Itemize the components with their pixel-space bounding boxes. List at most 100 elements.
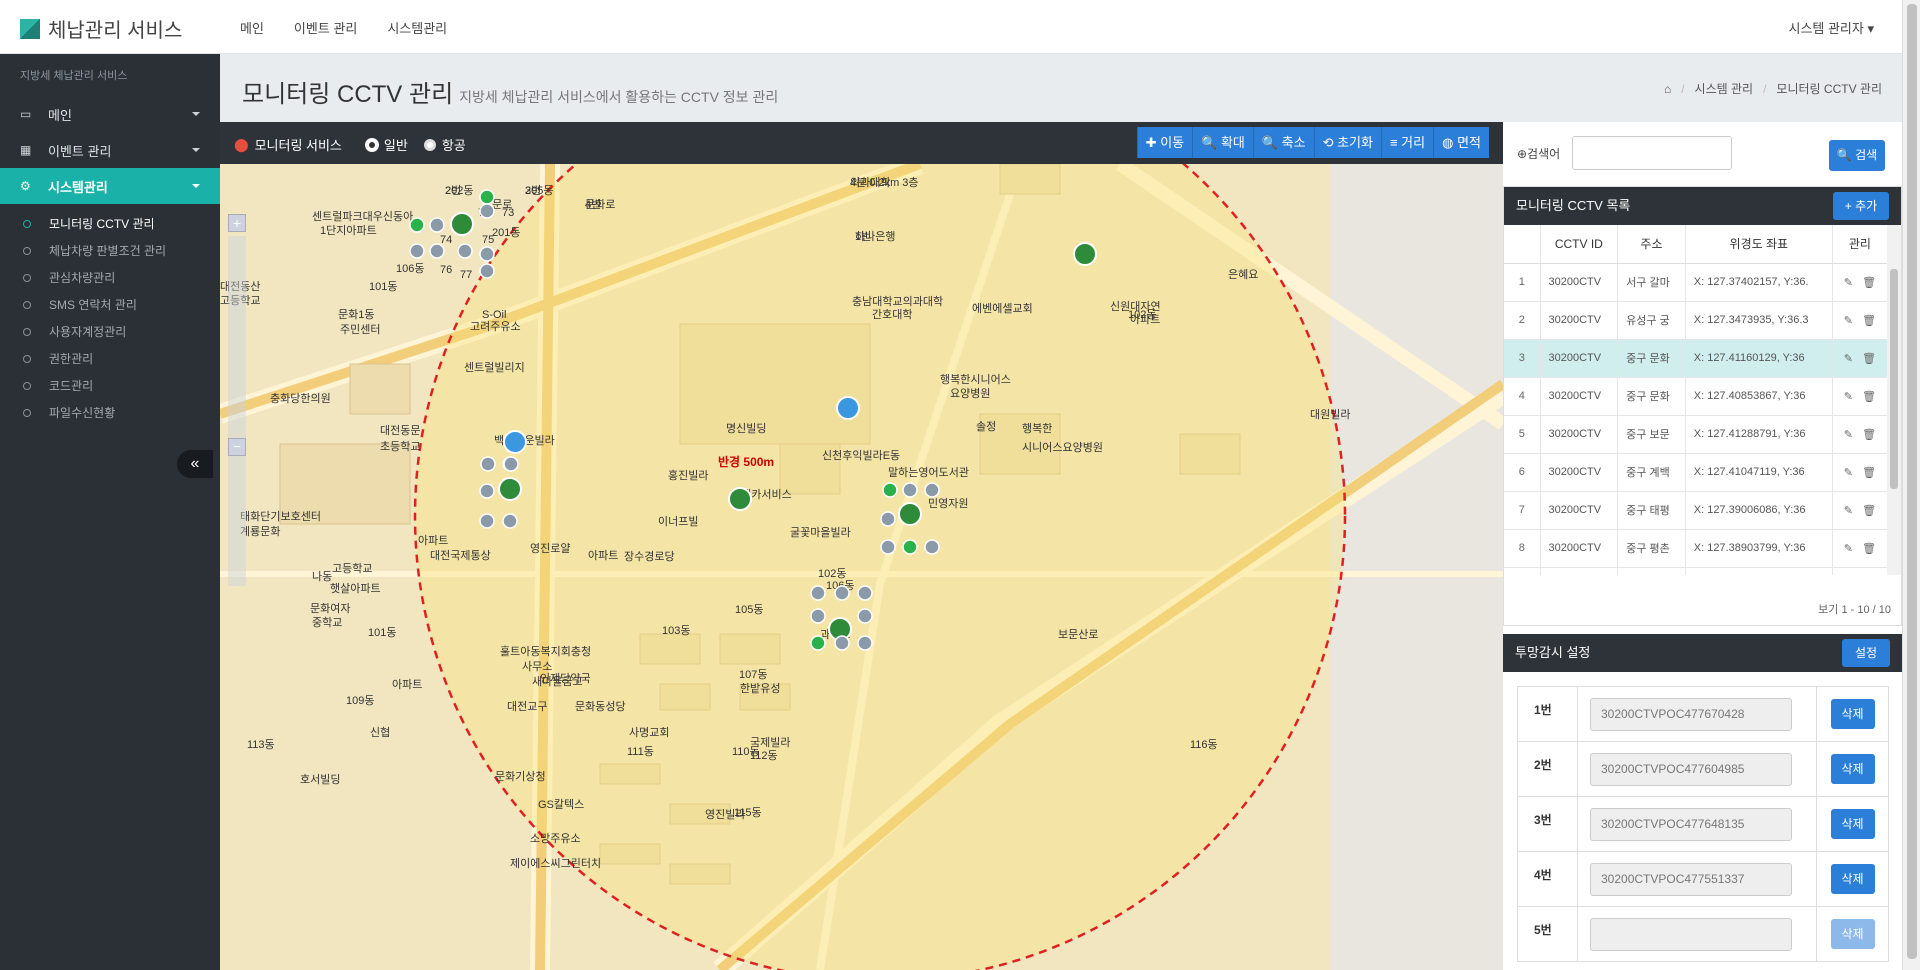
edit-icon[interactable]: ✎ — [1844, 315, 1853, 327]
page-scrollbar[interactable] — [1902, 0, 1920, 970]
cctv-point-icon[interactable] — [810, 608, 826, 624]
home-icon[interactable]: ⌂ — [1664, 82, 1671, 96]
cctv-point-icon[interactable] — [479, 513, 495, 529]
sidebar-collapse-button[interactable]: « — [177, 450, 213, 478]
cctv-marker-icon[interactable] — [898, 502, 922, 526]
trash-icon[interactable]: 🗑 — [1862, 429, 1876, 441]
table-row[interactable]: 930200CTV중구 대흥X: 127.41500123, Y:36✎ 🗑 — [1504, 567, 1888, 575]
trash-icon[interactable]: 🗑 — [1862, 315, 1876, 327]
cctv-marker-icon[interactable] — [450, 212, 474, 236]
submenu-vehicle-rule[interactable]: 체납차량 판별조건 관리 — [0, 237, 220, 264]
cctv-point-icon[interactable] — [857, 635, 873, 651]
cctv-point-icon[interactable] — [902, 539, 918, 555]
cctv-point-icon[interactable] — [924, 539, 940, 555]
add-cctv-button[interactable]: + 추가 — [1833, 192, 1889, 220]
table-row[interactable]: 5 30200CTV 중구 보문 X: 127.41288791, Y:36 ✎ 🗑 — [1504, 415, 1888, 454]
guard-delete-button[interactable]: 삭제 — [1830, 699, 1875, 729]
guard-delete-button[interactable]: 삭제 — [1830, 809, 1875, 839]
guard-slot-input[interactable]: 30200CTVPOC477648135 — [1590, 807, 1792, 841]
edit-icon[interactable]: ✎ — [1844, 543, 1853, 555]
table-row[interactable]: 4 30200CTV 중구 문화 X: 127.40853867, Y:36 ✎ 🗑 — [1504, 377, 1888, 416]
edit-icon[interactable]: ✎ — [1844, 391, 1853, 403]
zoom-slider[interactable] — [228, 236, 246, 586]
cctv-point-icon[interactable] — [429, 243, 445, 259]
table-row[interactable]: 3 30200CTV 중구 문화 X: 127.41160129, Y:36 ✎ 🗑 — [1504, 339, 1888, 378]
table-row[interactable]: 1 30200CTV 서구 갈마 X: 127.37402157, Y:36. ✎ 🗑 — [1504, 263, 1888, 302]
breadcrumb-item[interactable]: 시스템 관리 — [1695, 80, 1754, 97]
cctv-marker-icon[interactable] — [1073, 242, 1097, 266]
submenu-cctv[interactable]: 모니터링 CCTV 관리 — [0, 210, 220, 237]
map-zoomin-button[interactable]: 🔍 확대 — [1192, 127, 1253, 158]
cctv-point-icon[interactable] — [429, 217, 445, 233]
sidebar-item-event[interactable]: ▦ 이벤트 관리 — [0, 132, 220, 168]
edit-icon[interactable]: ✎ — [1844, 429, 1853, 441]
trash-icon[interactable]: 🗑 — [1862, 277, 1876, 289]
cctv-point-icon[interactable] — [479, 263, 495, 279]
cctv-table-wrap[interactable]: CCTV ID 주소 위경도 좌표 관리 1 30200CTV 서구 갈마 X: 12… — [1504, 225, 1888, 575]
edit-icon[interactable]: ✎ — [1844, 277, 1853, 289]
col-address[interactable]: 주소 — [1617, 225, 1686, 264]
user-menu[interactable]: 시스템 관리자 ▾ — [1788, 18, 1874, 37]
zoom-in-icon[interactable]: + — [228, 214, 246, 232]
edit-icon[interactable]: ✎ — [1844, 353, 1853, 365]
guard-slot-input[interactable]: 30200CTVPOC477551337 — [1590, 862, 1792, 896]
edit-icon[interactable]: ✎ — [1844, 505, 1853, 517]
cctv-point-icon[interactable] — [479, 203, 495, 219]
submenu-account[interactable]: 사용자계정관리 — [0, 318, 220, 345]
guard-delete-button[interactable]: 삭제 — [1830, 754, 1875, 784]
table-scrollbar[interactable] — [1887, 225, 1901, 575]
cctv-marker-icon[interactable] — [498, 477, 522, 501]
cctv-point-icon[interactable] — [902, 482, 918, 498]
guard-slot-input[interactable]: 30200CTVPOC477604985 — [1590, 752, 1792, 786]
cctv-point-icon[interactable] — [880, 539, 896, 555]
map-zoomout-button[interactable]: 🔍 축소 — [1252, 127, 1314, 158]
cctv-point-icon[interactable] — [409, 217, 425, 233]
cctv-point-icon[interactable] — [810, 635, 826, 651]
submenu-code[interactable]: 코드관리 — [0, 372, 220, 399]
cctv-point-icon[interactable] — [503, 456, 519, 472]
radio-aerial[interactable]: 항공 — [423, 135, 466, 154]
cctv-point-icon[interactable] — [479, 483, 495, 499]
cctv-marker-icon[interactable] — [503, 430, 527, 454]
submenu-interest[interactable]: 관심차량관리 — [0, 264, 220, 291]
brand[interactable]: 체납관리 서비스 — [20, 14, 182, 43]
guard-slot-input[interactable] — [1590, 917, 1792, 951]
scrollbar-thumb[interactable] — [1907, 4, 1917, 959]
trash-icon[interactable]: 🗑 — [1862, 467, 1876, 479]
guard-slot-input[interactable]: 30200CTVPOC477670428 — [1590, 697, 1792, 731]
edit-icon[interactable]: ✎ — [1844, 467, 1853, 479]
nav-main[interactable]: 메인 — [240, 18, 264, 37]
col-cctv-id[interactable]: CCTV ID — [1540, 225, 1619, 264]
cctv-point-icon[interactable] — [479, 189, 495, 205]
guard-set-button[interactable]: 설정 — [1842, 639, 1890, 667]
submenu-file[interactable]: 파일수신현황 — [0, 399, 220, 426]
map-svg[interactable]: 의과대학하나은행202동205동문화로센트럴파크대우신동아1단지아파트72737… — [220, 164, 1503, 970]
cctv-point-icon[interactable] — [457, 243, 473, 259]
table-row[interactable]: 2 30200CTV 유성구 궁 X: 127.3473935, Y:36.3 ✎ 🗑 — [1504, 301, 1888, 340]
cctv-point-icon[interactable] — [409, 243, 425, 259]
sidebar-item-system[interactable]: ⚙ 시스템관리 — [0, 168, 220, 204]
table-row[interactable]: 6 30200CTV 중구 계백 X: 127.41047119, Y:36 ✎ 🗑 — [1504, 453, 1888, 492]
trash-icon[interactable]: 🗑 — [1862, 505, 1876, 517]
search-input[interactable] — [1572, 136, 1733, 170]
cctv-point-icon[interactable] — [857, 608, 873, 624]
table-scrollbar-thumb[interactable] — [1890, 269, 1898, 489]
radio-normal[interactable]: 일반 — [365, 135, 408, 154]
cctv-point-icon[interactable] — [924, 482, 940, 498]
trash-icon[interactable]: 🗑 — [1862, 353, 1876, 365]
cctv-point-icon[interactable] — [880, 511, 896, 527]
guard-delete-button[interactable]: 삭제 — [1830, 919, 1875, 949]
submenu-permission[interactable]: 권한관리 — [0, 345, 220, 372]
cctv-point-icon[interactable] — [834, 585, 850, 601]
col-coordinates[interactable]: 위경도 좌표 — [1685, 225, 1833, 264]
map-move-button[interactable]: ✚ 이동 — [1136, 127, 1193, 158]
cctv-marker-icon[interactable] — [728, 487, 752, 511]
table-row[interactable]: 8 30200CTV 중구 평촌 X: 127.38903799, Y:36 ✎ 🗑 — [1504, 529, 1888, 568]
cctv-point-icon[interactable] — [480, 456, 496, 472]
sidebar-item-main[interactable]: ▭ 메인 — [0, 96, 220, 132]
cctv-point-icon[interactable] — [502, 513, 518, 529]
cctv-point-icon[interactable] — [834, 635, 850, 651]
zoom-out-icon[interactable]: − — [228, 438, 246, 456]
search-button[interactable]: 🔍 검색 — [1829, 140, 1885, 171]
nav-event[interactable]: 이벤트 관리 — [294, 18, 357, 37]
